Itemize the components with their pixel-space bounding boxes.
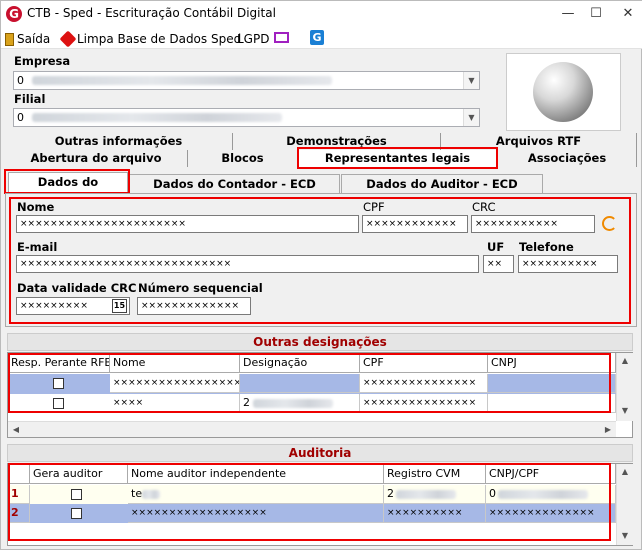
outras-designacoes-title: Outras designações: [7, 333, 633, 351]
menu-saida[interactable]: Saída: [5, 31, 50, 47]
scroll-up-icon[interactable]: ▲: [617, 353, 633, 369]
calendar-icon[interactable]: 15: [112, 299, 127, 313]
scroll-left-icon[interactable]: ◀: [8, 422, 24, 438]
filial-value: 0: [17, 111, 24, 124]
nome-field[interactable]: ××××××××××××××××××××××: [16, 215, 359, 233]
menu-lgpd[interactable]: LGPD: [237, 31, 269, 47]
chevron-down-icon[interactable]: ▼: [463, 109, 479, 126]
scroll-down-icon[interactable]: ▼: [617, 403, 633, 419]
tab-abertura-arquivo[interactable]: Abertura do arquivo: [5, 150, 188, 167]
scroll-down-icon[interactable]: ▼: [617, 528, 633, 544]
uf-label: UF: [487, 240, 505, 254]
minimize-button[interactable]: —: [555, 1, 581, 27]
data-validade-crc-field[interactable]: ××××××××× 15: [16, 297, 130, 315]
numero-sequencial-field[interactable]: ×××××××××××××: [137, 297, 251, 315]
email-label: E-mail: [17, 240, 58, 254]
numero-sequencial-label: Número sequencial: [138, 281, 263, 295]
vertical-scrollbar[interactable]: ▲ ▼: [616, 353, 633, 421]
tab-associacoes[interactable]: Associações: [498, 150, 637, 167]
chevron-down-icon[interactable]: ▼: [463, 72, 479, 89]
cpf-label: CPF: [363, 200, 385, 214]
crc-field[interactable]: ×××××××××××: [471, 215, 595, 233]
scroll-up-icon[interactable]: ▲: [617, 464, 633, 480]
subtab-dados-auditor-ecd[interactable]: Dados do Auditor - ECD Substituta: [341, 174, 543, 210]
email-field[interactable]: ××××××××××××××××××××××××××××: [16, 255, 479, 273]
refresh-icon[interactable]: [602, 216, 617, 231]
cpf-field[interactable]: ××××××××××××: [362, 215, 468, 233]
tab-blocos[interactable]: Blocos: [188, 150, 298, 167]
empresa-redacted: [32, 76, 332, 85]
sphere-logo-icon: [533, 62, 593, 122]
empresa-combobox[interactable]: 0 ▼: [13, 71, 480, 90]
close-button[interactable]: ✕: [613, 1, 642, 27]
app-logo-icon: G: [6, 6, 22, 22]
filial-label: Filial: [14, 92, 46, 106]
company-logo: [506, 53, 621, 131]
filial-redacted: [32, 113, 282, 122]
annotation-highlight: [8, 353, 611, 413]
data-validade-crc-value: ×××××××××: [20, 301, 88, 311]
annotation-highlight: [8, 463, 611, 541]
annotation-highlight: [4, 169, 130, 194]
filial-combobox[interactable]: 0 ▼: [13, 108, 480, 127]
maximize-button[interactable]: ☐: [583, 1, 609, 27]
crc-label: CRC: [472, 200, 496, 214]
exit-door-icon: [5, 32, 14, 46]
menu-limpar-label: Limpa Base de Dados Sped: [77, 32, 242, 46]
monitor-icon[interactable]: [274, 32, 289, 43]
uf-field[interactable]: ××: [483, 255, 514, 273]
telefone-field[interactable]: ××××××××××: [518, 255, 618, 273]
app-window: G CTB - Sped - Escrituração Contábil Dig…: [0, 0, 642, 550]
clear-database-icon: [59, 30, 77, 48]
horizontal-scrollbar[interactable]: ◀ ▶: [8, 421, 616, 437]
g-app-icon[interactable]: G: [310, 30, 324, 45]
vertical-scrollbar[interactable]: ▲ ▼: [616, 464, 633, 545]
menu-limpar[interactable]: Limpa Base de Dados Sped: [59, 30, 242, 48]
telefone-label: Telefone: [519, 240, 574, 254]
scroll-right-icon[interactable]: ▶: [600, 422, 616, 438]
tab-outras-informacoes[interactable]: Outras informações: [5, 133, 233, 150]
data-validade-crc-label: Data validade CRC: [17, 281, 137, 295]
empresa-label: Empresa: [14, 54, 71, 68]
annotation-highlight: [297, 147, 498, 169]
auditoria-title: Auditoria: [7, 444, 633, 462]
empresa-value: 0: [17, 74, 24, 87]
subtab-dados-contador-ecd[interactable]: Dados do Contador - ECD Substituta: [129, 174, 340, 210]
window-title: CTB - Sped - Escrituração Contábil Digit…: [27, 6, 276, 20]
menu-saida-label: Saída: [17, 32, 51, 46]
nome-label: Nome: [17, 200, 55, 214]
